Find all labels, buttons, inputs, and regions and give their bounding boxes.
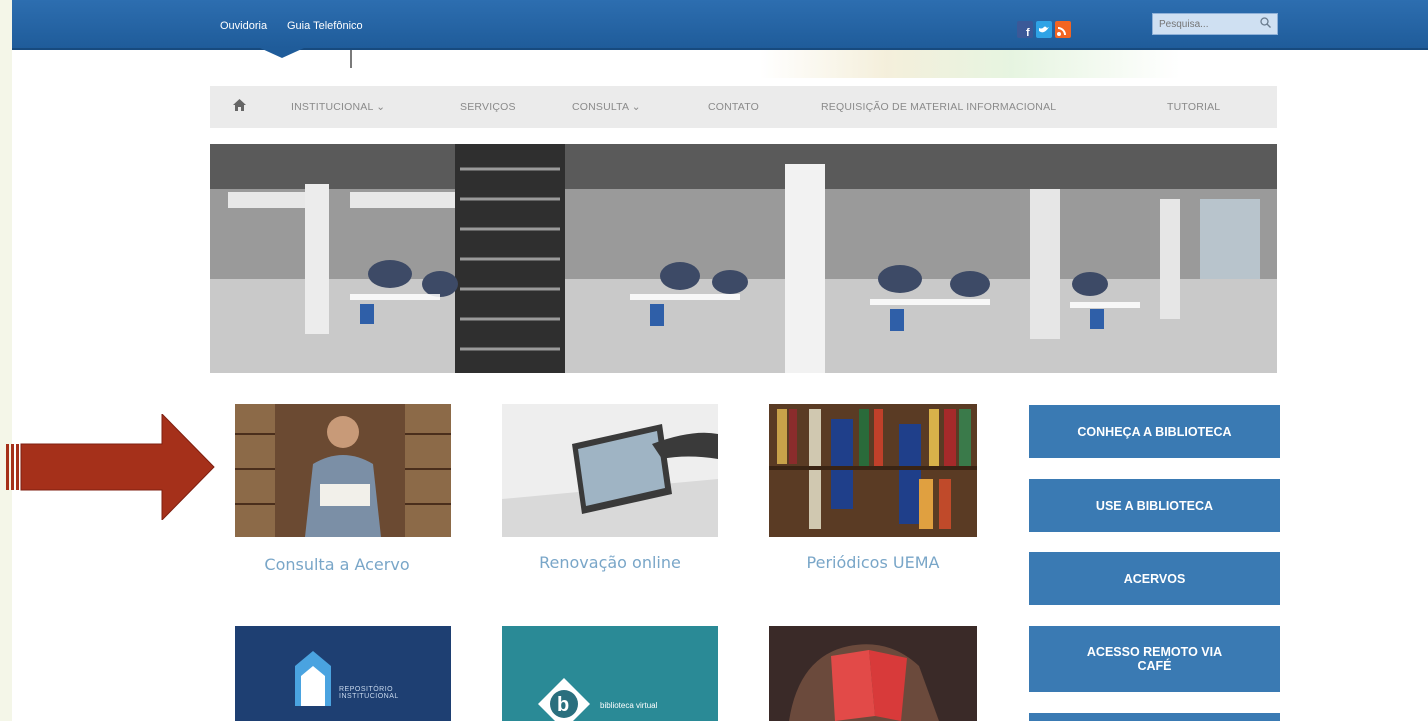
logo-divider bbox=[350, 50, 352, 68]
renovacao-online-caption[interactable]: Renovação online bbox=[502, 553, 718, 572]
search-box[interactable] bbox=[1152, 13, 1278, 35]
svg-text:f: f bbox=[1026, 27, 1030, 38]
consulta-acervo-image[interactable] bbox=[235, 404, 451, 537]
next-sidebar-button-partial[interactable] bbox=[1029, 713, 1280, 721]
acervos-button[interactable]: ACERVOS bbox=[1029, 552, 1280, 605]
search-icon[interactable] bbox=[1260, 17, 1271, 31]
left-decorative-strip bbox=[0, 0, 12, 721]
renovacao-online-image[interactable] bbox=[502, 404, 718, 537]
nav-servicos[interactable]: SERVIÇOS bbox=[460, 101, 516, 113]
home-icon[interactable] bbox=[232, 98, 247, 116]
search-input[interactable] bbox=[1159, 16, 1249, 32]
nav-tutorial[interactable]: TUTORIAL bbox=[1167, 101, 1220, 113]
reading-image-tile[interactable] bbox=[769, 626, 977, 721]
nav-institucional[interactable]: INSTITUCIONAL ⌄ bbox=[291, 101, 385, 113]
facebook-icon[interactable]: f bbox=[1017, 21, 1033, 39]
consulta-acervo-caption[interactable]: Consulta a Acervo bbox=[229, 555, 445, 574]
svg-text:b: b bbox=[557, 694, 569, 716]
top-bar: Ouvidoria Guia Telefônico f bbox=[12, 0, 1428, 50]
red-arrow-icon bbox=[6, 414, 215, 520]
biblioteca-virtual-tile[interactable]: b biblioteca virtual bbox=[502, 626, 718, 721]
periodicos-uema-image[interactable] bbox=[769, 404, 977, 537]
periodicos-uema-caption[interactable]: Periódicos UEMA bbox=[765, 553, 981, 572]
crest-watermark bbox=[760, 50, 1180, 78]
repositorio-institucional-tile[interactable]: REPOSITÓRIO INSTITUCIONAL bbox=[235, 626, 451, 721]
rss-icon[interactable] bbox=[1055, 21, 1071, 38]
main-navigation: INSTITUCIONAL ⌄ SERVIÇOS CONSULTA ⌄ CONT… bbox=[210, 86, 1277, 128]
twitter-icon[interactable] bbox=[1036, 21, 1052, 38]
nav-requisicao[interactable]: REQUISIÇÃO DE MATERIAL INFORMACIONAL bbox=[821, 101, 1056, 113]
conheca-biblioteca-button[interactable]: CONHEÇA A BIBLIOTECA bbox=[1029, 405, 1280, 458]
nav-consulta[interactable]: CONSULTA ⌄ bbox=[572, 101, 641, 113]
acesso-remoto-cafe-button[interactable]: ACESSO REMOTO VIA CAFÉ bbox=[1029, 626, 1280, 692]
hero-library-photo bbox=[210, 144, 1277, 373]
use-biblioteca-button[interactable]: USE A BIBLIOTECA bbox=[1029, 479, 1280, 532]
biblioteca-virtual-logo-text: biblioteca virtual bbox=[600, 701, 658, 710]
logo-tip bbox=[260, 48, 304, 58]
ouvidoria-link[interactable]: Ouvidoria bbox=[220, 20, 267, 32]
guia-telefonico-link[interactable]: Guia Telefônico bbox=[287, 20, 363, 32]
nav-contato[interactable]: CONTATO bbox=[708, 101, 759, 113]
hero-illustration bbox=[210, 144, 1277, 373]
repositorio-logo-text: REPOSITÓRIO INSTITUCIONAL bbox=[339, 686, 399, 700]
